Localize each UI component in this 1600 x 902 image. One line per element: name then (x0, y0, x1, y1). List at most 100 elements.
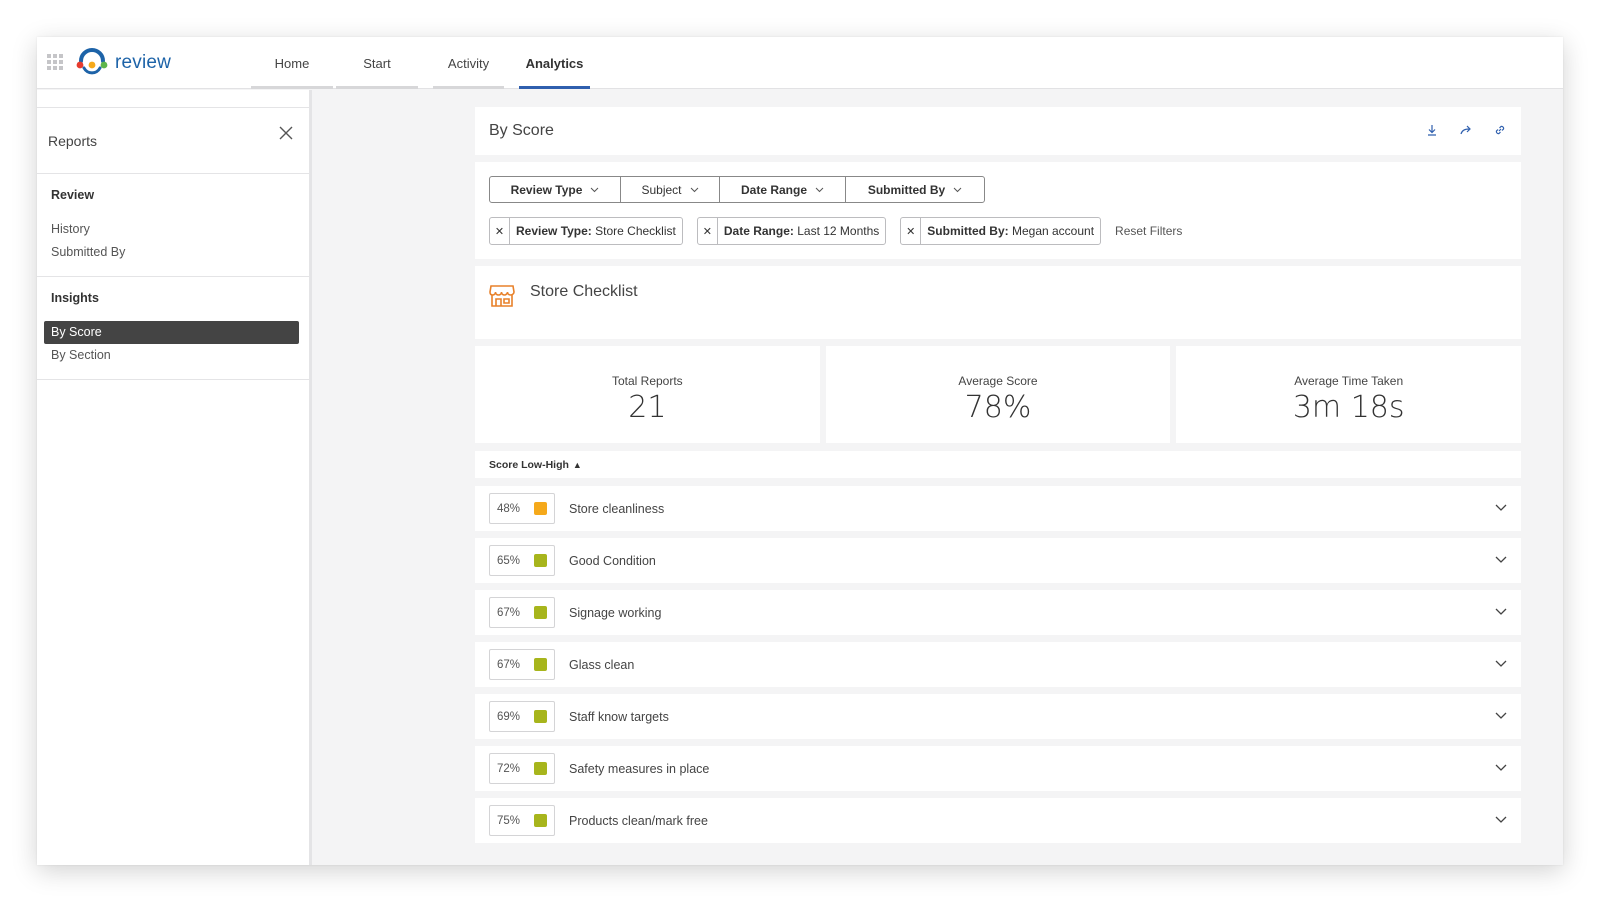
filter-review-type-button[interactable]: Review Type (490, 177, 621, 202)
logo[interactable]: review (75, 47, 171, 79)
sidebar-title: Reports (48, 132, 98, 149)
sidebar-item-by-section[interactable]: By Section (37, 344, 309, 367)
row-label: Safety measures in place (569, 761, 710, 776)
chevron-down-icon[interactable] (1495, 712, 1507, 720)
score-value: 67% (497, 658, 521, 671)
sidebar-section-review: Review History Submitted By (37, 174, 309, 277)
score-badge: 67% (489, 597, 555, 628)
chevron-down-icon[interactable] (1495, 764, 1507, 772)
chip-key: Submitted By: (927, 224, 1009, 238)
row-label: Signage working (569, 605, 662, 620)
list-item[interactable]: 65% Good Condition (475, 538, 1521, 583)
row-label: Good Condition (569, 553, 656, 568)
chevron-down-icon[interactable] (1495, 660, 1507, 668)
nav-activity-label: Activity (447, 55, 490, 71)
list-item[interactable]: 67% Glass clean (475, 642, 1521, 687)
top-bar: review Home Start Activity Analytics (37, 37, 1563, 89)
score-badge: 65% (489, 545, 555, 576)
main-nav: Home Start Activity Analytics (251, 37, 593, 89)
sidebar-item-submitted-by[interactable]: Submitted By (37, 241, 309, 264)
sidebar-item-by-score[interactable]: By Score (44, 321, 299, 344)
sort-label: Score Low-High (489, 458, 569, 471)
main-content: By Score Review Type Subject Date Range … (475, 107, 1522, 850)
remove-filter-icon[interactable]: ✕ (901, 218, 922, 244)
score-color-swatch (534, 762, 548, 775)
app-grid-icon[interactable] (47, 54, 63, 70)
list-item[interactable]: 67% Signage working (475, 590, 1521, 635)
nav-home[interactable]: Home (251, 37, 333, 89)
sidebar-heading: Review (51, 188, 95, 202)
chevron-down-icon (690, 187, 698, 192)
filter-date-range-button[interactable]: Date Range (720, 177, 846, 202)
nav-active-indicator (519, 86, 590, 89)
filter-submitted-by-button[interactable]: Submitted By (846, 177, 984, 202)
download-icon[interactable] (1425, 123, 1439, 137)
header-actions (1425, 123, 1507, 137)
stat-value: 78% (964, 390, 1032, 425)
nav-indicator (336, 86, 418, 89)
chevron-down-icon[interactable] (1495, 504, 1507, 512)
sort-toggle[interactable]: Score Low-High ▲ (475, 451, 1521, 478)
reset-filters-link[interactable]: Reset Filters (1115, 224, 1182, 238)
nav-start[interactable]: Start (336, 37, 418, 89)
sidebar-section-insights: Insights By Score By Section (37, 277, 309, 380)
stat-average-score: Average Score 78% (825, 346, 1171, 443)
nav-home-label: Home (274, 55, 310, 71)
score-badge: 69% (489, 701, 555, 732)
stat-average-time: Average Time Taken 3m 18s (1176, 346, 1522, 443)
score-value: 67% (497, 606, 521, 619)
close-icon[interactable] (279, 126, 293, 140)
list-item[interactable]: 72% Safety measures in place (475, 746, 1521, 791)
nav-analytics[interactable]: Analytics (519, 37, 590, 89)
row-label: Products clean/mark free (569, 813, 708, 828)
nav-activity[interactable]: Activity (433, 37, 504, 89)
filter-button-group: Review Type Subject Date Range Submitted… (489, 176, 985, 203)
chevron-down-icon[interactable] (1495, 816, 1507, 824)
list-item[interactable]: 48% Store cleanliness (475, 486, 1521, 531)
chevron-down-icon (591, 187, 599, 192)
score-badge: 48% (489, 493, 555, 524)
app-name: review (115, 52, 172, 73)
filter-chip-submitted-by: ✕ Submitted By: Megan account (900, 217, 1102, 245)
score-badge: 72% (489, 753, 555, 784)
app-window: review Home Start Activity Analytics Rep (37, 37, 1563, 865)
chevron-down-icon (815, 187, 824, 192)
row-label: Glass clean (569, 657, 635, 672)
sidebar-item-history[interactable]: History (37, 218, 309, 241)
stat-value: 3m 18s (1292, 390, 1405, 425)
list-item[interactable]: 75% Products clean/mark free (475, 798, 1521, 843)
sort-ascending-icon: ▲ (572, 459, 582, 470)
chip-value: Last 12 Months (797, 224, 880, 238)
stat-label: Average Time Taken (1294, 374, 1404, 388)
score-list: 48% Store cleanliness 65% Good Condition… (475, 486, 1521, 843)
chevron-down-icon[interactable] (1495, 556, 1507, 564)
list-item[interactable]: 69% Staff know targets (475, 694, 1521, 739)
nav-indicator (433, 86, 504, 89)
remove-filter-icon[interactable]: ✕ (490, 218, 510, 244)
score-color-swatch (534, 606, 548, 619)
score-value: 75% (497, 814, 521, 827)
stat-value: 21 (628, 390, 667, 425)
share-icon[interactable] (1459, 123, 1473, 137)
score-value: 48% (497, 502, 521, 515)
nav-analytics-label: Analytics (525, 55, 584, 71)
stat-label: Total Reports (611, 374, 683, 388)
chip-value: Megan account (1011, 224, 1095, 238)
filter-panel: Review Type Subject Date Range Submitted… (475, 162, 1521, 259)
score-badge: 67% (489, 649, 555, 680)
score-color-swatch (534, 814, 548, 827)
nav-start-label: Start (363, 55, 391, 71)
score-value: 72% (497, 762, 521, 775)
filter-subject-button[interactable]: Subject (621, 177, 720, 202)
row-label: Staff know targets (569, 709, 669, 724)
logo-icon (76, 48, 108, 75)
score-value: 69% (497, 710, 521, 723)
filter-label: Date Range (740, 182, 808, 197)
subject-card: Store Checklist (475, 266, 1521, 339)
remove-filter-icon[interactable]: ✕ (698, 218, 718, 244)
active-filters: ✕ Review Type: Store Checklist ✕ Date Ra… (489, 217, 1507, 245)
link-icon[interactable] (1493, 123, 1507, 137)
chevron-down-icon[interactable] (1495, 608, 1507, 616)
reports-sidebar: Reports Review History Submitted By Insi… (37, 90, 312, 865)
sidebar-heading: Insights (51, 291, 99, 305)
